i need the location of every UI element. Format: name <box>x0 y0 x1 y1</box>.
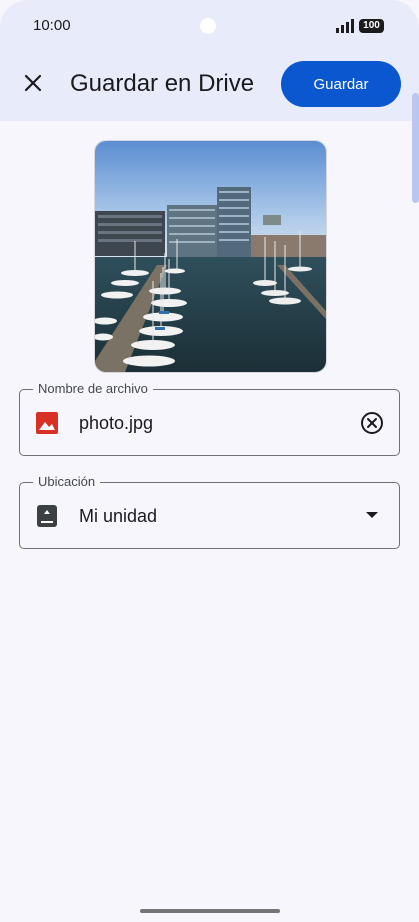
location-label: Ubicación <box>33 474 101 490</box>
harbor-photo <box>95 141 326 372</box>
location-value: Mi unidad <box>79 506 158 526</box>
save-button[interactable]: Guardar <box>281 61 401 107</box>
page-title: Guardar en Drive <box>70 70 255 97</box>
drive-icon <box>37 505 57 527</box>
photo-preview <box>94 140 327 373</box>
filename-field[interactable]: Nombre de archivo <box>19 381 400 456</box>
battery-indicator: 100 <box>359 19 384 33</box>
screen: 10:00 100 Guardar en Drive Guardar Nombr… <box>0 0 419 922</box>
scrollbar[interactable] <box>412 93 419 203</box>
status-time: 10:00 <box>33 17 71 34</box>
top-app-bar: 10:00 100 Guardar en Drive Guardar <box>0 0 419 121</box>
home-indicator[interactable] <box>140 909 280 913</box>
close-icon <box>24 74 42 92</box>
signal-icon <box>336 19 354 33</box>
dropdown-arrow-icon[interactable] <box>365 511 379 519</box>
location-field[interactable]: Ubicación Mi unidad <box>19 474 400 549</box>
close-button[interactable] <box>17 67 49 99</box>
filename-label: Nombre de archivo <box>33 381 153 397</box>
camera-cutout <box>200 18 216 34</box>
clear-icon[interactable] <box>360 411 384 435</box>
image-file-icon <box>36 412 58 434</box>
filename-input[interactable] <box>79 411 339 435</box>
